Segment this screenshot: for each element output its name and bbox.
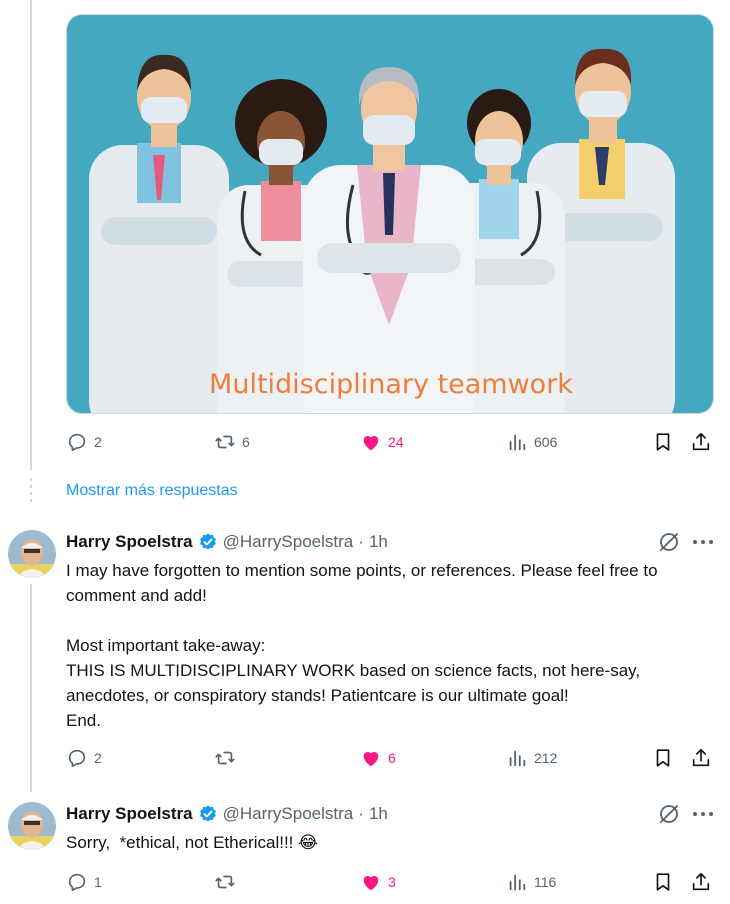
tweet-header: Harry Spoelstra @HarrySpoelstra · 1h [66, 802, 388, 826]
verified-icon [198, 532, 218, 552]
reply-count: 1 [94, 874, 102, 890]
heart-icon [363, 876, 379, 891]
share-icon [692, 748, 710, 767]
heart-icon [363, 752, 379, 767]
heart-icon [363, 436, 379, 451]
reply-icon [68, 433, 86, 452]
views-count: 212 [534, 750, 558, 766]
grok-button[interactable] [657, 802, 681, 826]
views-count: 606 [534, 434, 558, 450]
reply-button[interactable]: 2 [66, 746, 102, 770]
bookmark-icon [656, 749, 670, 767]
avatar[interactable] [8, 802, 56, 850]
like-count: 24 [388, 434, 404, 450]
more-icon [693, 812, 713, 816]
views-icon [509, 874, 526, 891]
author-name[interactable]: Harry Spoelstra [66, 804, 193, 824]
bookmark-icon [656, 873, 670, 891]
reply-button[interactable]: 1 [66, 870, 102, 894]
timestamp[interactable]: 1h [369, 532, 388, 552]
more-icon [693, 540, 713, 544]
bookmark-button[interactable] [652, 870, 674, 894]
bookmark-button[interactable] [652, 746, 674, 770]
views-button[interactable]: 606 [506, 430, 557, 454]
grok-icon [660, 533, 678, 551]
media-caption: Multidisciplinary teamwork [209, 369, 573, 400]
bookmark-icon [656, 433, 670, 451]
thread-line-reply [30, 584, 32, 792]
separator: · [358, 532, 364, 551]
like-count: 6 [388, 750, 396, 766]
avatar[interactable] [8, 530, 56, 578]
like-count: 3 [388, 874, 396, 890]
thread-dots [30, 478, 32, 502]
tweet-media-image[interactable]: Multidisciplinary teamwork [66, 14, 714, 414]
reply-icon [68, 749, 86, 768]
bookmark-button[interactable] [652, 430, 674, 454]
grok-icon [660, 805, 678, 823]
share-button[interactable] [690, 430, 712, 454]
author-handle[interactable]: @HarrySpoelstra [223, 804, 354, 824]
separator: · [358, 804, 364, 823]
timestamp[interactable]: 1h [369, 804, 388, 824]
author-name[interactable]: Harry Spoelstra [66, 532, 193, 552]
reply-2-actions: 1 3 116 [66, 870, 716, 894]
verified-icon [198, 804, 218, 824]
author-handle[interactable]: @HarrySpoelstra [223, 532, 354, 552]
media-post-actions: 2 6 24 606 [66, 430, 716, 454]
like-button[interactable]: 6 [360, 746, 396, 770]
views-icon [509, 434, 526, 451]
repost-count: 6 [242, 434, 250, 450]
reply-button[interactable]: 2 [66, 430, 102, 454]
tweet-text: I may have forgotten to mention some poi… [66, 561, 658, 730]
reply-1-actions: 2 6 212 [66, 746, 716, 770]
tweet-text: Sorry, *ethical, not Etherical!!! 😂 [66, 833, 318, 852]
more-options-button[interactable] [690, 530, 716, 554]
share-button[interactable] [690, 870, 712, 894]
repost-icon [215, 751, 235, 765]
more-options-button[interactable] [690, 802, 716, 826]
repost-icon [215, 875, 235, 889]
share-icon [692, 872, 710, 891]
grok-button[interactable] [657, 530, 681, 554]
share-icon [692, 432, 710, 451]
like-button[interactable]: 3 [360, 870, 396, 894]
share-button[interactable] [690, 746, 712, 770]
reply-count: 2 [94, 434, 102, 450]
views-icon [509, 750, 526, 767]
repost-icon [215, 435, 235, 449]
repost-button[interactable] [214, 746, 242, 770]
doctors-illustration: Multidisciplinary teamwork [67, 15, 713, 413]
reply-count: 2 [94, 750, 102, 766]
like-button[interactable]: 24 [360, 430, 404, 454]
views-button[interactable]: 116 [506, 870, 556, 894]
repost-button[interactable]: 6 [214, 430, 250, 454]
tweet-header: Harry Spoelstra @HarrySpoelstra · 1h [66, 530, 388, 554]
thread-line-top [30, 0, 32, 470]
show-more-replies-link[interactable]: Mostrar más respuestas [66, 482, 238, 500]
views-button[interactable]: 212 [506, 746, 557, 770]
repost-button[interactable] [214, 870, 242, 894]
reply-icon [68, 873, 86, 892]
views-count: 116 [534, 874, 557, 890]
